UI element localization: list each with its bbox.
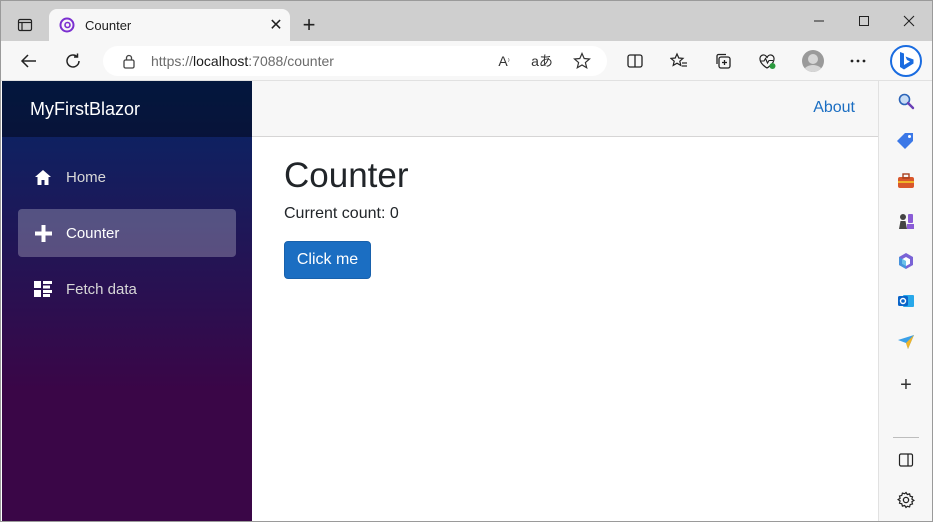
browser-essentials-icon[interactable] [751, 45, 783, 77]
address-bar[interactable]: https://localhost:7088/counter A ⁾ aあ [103, 46, 607, 76]
profile-avatar[interactable] [802, 50, 824, 72]
page-title: Counter [284, 156, 409, 195]
plus-icon [34, 224, 52, 242]
edge-sidebar: + [878, 81, 932, 521]
close-tab-icon[interactable]: ✕ [262, 11, 290, 39]
outlook-icon[interactable] [892, 287, 920, 315]
tools-icon[interactable] [892, 167, 920, 195]
home-icon [34, 168, 52, 186]
back-icon[interactable] [13, 45, 45, 77]
minimize-icon[interactable] [797, 5, 841, 37]
collections-icon[interactable] [707, 45, 739, 77]
refresh-icon[interactable] [57, 45, 89, 77]
nav-item-label: Counter [66, 224, 120, 242]
drop-icon[interactable] [892, 327, 920, 355]
nav-item-label: Home [66, 168, 107, 186]
page-content: Counter Current count: 0 Click me [252, 137, 878, 279]
tab-title: Counter [85, 17, 132, 33]
hide-sidebar-icon[interactable] [892, 446, 920, 474]
click-me-button[interactable]: Click me [284, 241, 371, 279]
maximize-icon[interactable] [842, 5, 886, 37]
browser-window: Counter ✕ + https://localhost:7088/count… [0, 0, 933, 522]
blazor-favicon-icon [59, 17, 75, 33]
settings-icon[interactable] [892, 486, 920, 514]
nav-item-fetch-data[interactable]: Fetch data [18, 265, 236, 313]
microsoft-365-icon[interactable] [892, 247, 920, 275]
brand-bar: MyFirstBlazor [2, 81, 252, 137]
shopping-icon[interactable] [892, 127, 920, 155]
bing-copilot-icon[interactable] [890, 45, 922, 77]
top-row: About [252, 81, 878, 137]
split-screen-icon[interactable] [619, 45, 651, 77]
browser-toolbar: https://localhost:7088/counter A ⁾ aあ [1, 41, 932, 81]
url-text: https://localhost:7088/counter [151, 53, 334, 69]
sidebar: MyFirstBlazor Home Counter Fetch data [2, 81, 252, 521]
tab-actions-icon[interactable] [9, 9, 41, 41]
brand-link[interactable]: MyFirstBlazor [30, 99, 140, 120]
about-link[interactable]: About [813, 99, 855, 117]
nav-menu: Home Counter Fetch data [2, 137, 252, 313]
sidebar-divider [893, 437, 919, 438]
search-icon[interactable] [892, 87, 920, 115]
current-count-text: Current count: 0 [284, 205, 399, 222]
favorites-icon[interactable] [663, 45, 695, 77]
tab-strip: Counter ✕ + [1, 1, 932, 41]
more-icon[interactable] [842, 45, 874, 77]
nav-item-home[interactable]: Home [18, 153, 236, 201]
translate-icon[interactable]: aあ [527, 46, 557, 76]
browser-tab[interactable]: Counter ✕ [49, 9, 290, 41]
add-icon[interactable]: + [892, 371, 920, 399]
new-tab-icon[interactable]: + [295, 11, 323, 39]
nav-item-label: Fetch data [66, 280, 137, 298]
main-area: About Counter Current count: 0 Click me [252, 81, 878, 521]
games-icon[interactable] [892, 207, 920, 235]
lock-icon[interactable] [121, 53, 137, 69]
blazor-app: MyFirstBlazor Home Counter Fetch data Ab… [2, 81, 878, 521]
favorite-star-icon[interactable] [567, 46, 597, 76]
list-icon [34, 280, 52, 298]
read-aloud-icon[interactable]: A ⁾ [489, 46, 519, 76]
nav-item-counter[interactable]: Counter [18, 209, 236, 257]
close-window-icon[interactable] [887, 5, 931, 37]
